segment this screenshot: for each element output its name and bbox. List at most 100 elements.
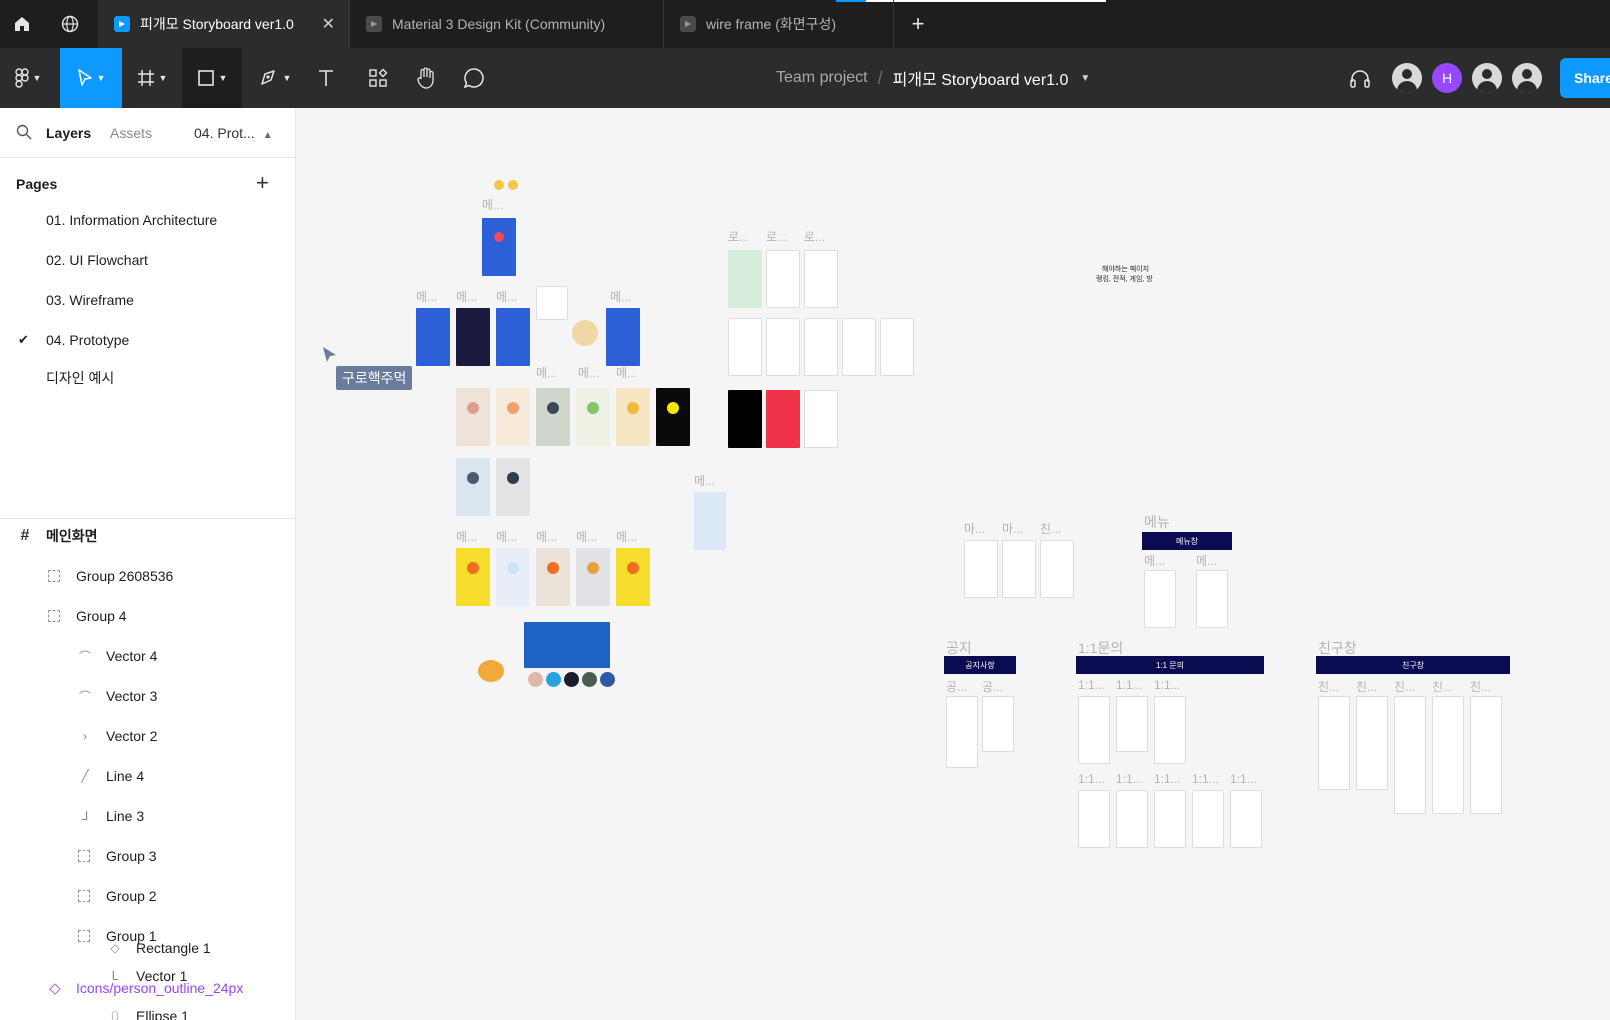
- frame-thumbnail[interactable]: [1470, 696, 1502, 814]
- frame-thumbnail[interactable]: [766, 318, 800, 376]
- avatar[interactable]: [1472, 63, 1502, 93]
- page-item-wireframe[interactable]: 03. Wireframe: [0, 280, 296, 320]
- page-item-information-architecture[interactable]: 01. Information Architecture: [0, 200, 296, 240]
- team-name-link[interactable]: Team project: [776, 69, 868, 87]
- frame-thumbnail[interactable]: [576, 388, 610, 446]
- color-swatch[interactable]: [564, 672, 579, 687]
- tab-wireframe[interactable]: wire frame (화면구성): [664, 0, 894, 48]
- tab-storyboard[interactable]: 피개모 Storyboard ver1.0 ✕: [98, 0, 350, 48]
- frame-thumbnail[interactable]: [1040, 540, 1074, 598]
- frame-thumbnail[interactable]: [728, 318, 762, 376]
- color-swatch[interactable]: [582, 672, 597, 687]
- layer-group[interactable]: Group 2: [0, 876, 296, 916]
- frame-thumbnail[interactable]: [1154, 790, 1186, 848]
- frame-thumbnail[interactable]: [728, 390, 762, 448]
- frame-thumbnail[interactable]: [1078, 696, 1110, 764]
- frame-thumbnail[interactable]: [728, 250, 762, 308]
- home-icon[interactable]: [0, 0, 44, 48]
- current-page-selector[interactable]: 04. Prot... ▲: [194, 125, 273, 141]
- move-tool-button[interactable]: ▼: [60, 48, 122, 108]
- layer-group[interactable]: Group 3: [0, 836, 296, 876]
- frame-tool-button[interactable]: ▼: [124, 48, 180, 108]
- search-icon[interactable]: [16, 124, 32, 143]
- avatar[interactable]: [1512, 63, 1542, 93]
- banner-image-thumbnail[interactable]: [524, 622, 610, 668]
- frame-thumbnail[interactable]: [1078, 790, 1110, 848]
- layer-group[interactable]: Group 2608536: [0, 556, 296, 596]
- frame-thumbnail[interactable]: [456, 308, 490, 366]
- audio-headphones-button[interactable]: [1342, 48, 1378, 108]
- frame-thumbnail[interactable]: [496, 548, 530, 606]
- frame-thumbnail[interactable]: [766, 390, 800, 448]
- frame-thumbnail[interactable]: [536, 286, 568, 320]
- layer-group[interactable]: Group 4: [0, 596, 296, 636]
- file-name[interactable]: 피개모 Storyboard ver1.0: [893, 66, 1069, 90]
- frame-thumbnail[interactable]: [804, 390, 838, 448]
- layer-rectangle[interactable]: ◇ Rectangle 1: [0, 928, 296, 968]
- shape-tool-button[interactable]: ▼: [182, 48, 242, 108]
- frame-thumbnail[interactable]: [416, 308, 450, 366]
- frame-thumbnail[interactable]: [1394, 696, 1426, 814]
- frame-thumbnail[interactable]: [1432, 696, 1464, 814]
- frame-thumbnail[interactable]: [606, 308, 640, 366]
- sticker-thumbnail[interactable]: [494, 180, 504, 190]
- frame-thumbnail[interactable]: [766, 250, 800, 308]
- frame-thumbnail[interactable]: [456, 548, 490, 606]
- layer-vector[interactable]: ⌒ Vector 4: [0, 636, 296, 676]
- frame-thumbnail[interactable]: [456, 458, 490, 516]
- frame-thumbnail[interactable]: [1192, 790, 1224, 848]
- chevron-down-icon[interactable]: ▼: [1080, 73, 1090, 84]
- frame-thumbnail[interactable]: [1116, 790, 1148, 848]
- comment-tool-button[interactable]: [452, 48, 496, 108]
- layer-vector[interactable]: ⌒ Vector 3: [0, 676, 296, 716]
- close-icon[interactable]: ✕: [322, 14, 335, 34]
- frame-thumbnail[interactable]: [964, 540, 998, 598]
- frame-thumbnail[interactable]: [576, 548, 610, 606]
- frame-thumbnail[interactable]: [1356, 696, 1388, 790]
- sticker-thumbnail[interactable]: [508, 180, 518, 190]
- text-tool-button[interactable]: [306, 48, 346, 108]
- frame-thumbnail[interactable]: [1154, 696, 1186, 764]
- character-sticker[interactable]: [478, 660, 504, 682]
- frame-thumbnail[interactable]: [694, 492, 726, 550]
- new-tab-plus-icon[interactable]: +: [896, 0, 940, 48]
- frame-thumbnail[interactable]: [804, 318, 838, 376]
- design-canvas[interactable]: 메... 메... 메... 메... 메... 구로핵주먹 메... 메...…: [296, 108, 1610, 1020]
- frame-thumbnail[interactable]: [482, 218, 516, 276]
- frame-thumbnail[interactable]: [982, 696, 1014, 752]
- main-menu-button[interactable]: ▼: [0, 48, 56, 108]
- layer-line[interactable]: ⅃ Line 3: [0, 796, 296, 836]
- color-swatch[interactable]: [546, 672, 561, 687]
- frame-thumbnail[interactable]: [1116, 696, 1148, 752]
- frame-thumbnail[interactable]: [1144, 570, 1176, 628]
- frame-thumbnail[interactable]: [1196, 570, 1228, 628]
- frame-thumbnail[interactable]: [456, 388, 490, 446]
- frame-thumbnail[interactable]: [616, 388, 650, 446]
- page-item-design-example[interactable]: 디자인 예시: [0, 358, 296, 398]
- resources-button[interactable]: [356, 48, 400, 108]
- frame-thumbnail[interactable]: [496, 458, 530, 516]
- frame-thumbnail[interactable]: [656, 388, 690, 446]
- color-swatch[interactable]: [528, 672, 543, 687]
- frame-thumbnail[interactable]: [496, 388, 530, 446]
- add-page-plus-icon[interactable]: +: [256, 170, 269, 196]
- pen-tool-button[interactable]: ▼: [250, 48, 300, 108]
- share-button[interactable]: Share: [1560, 58, 1610, 98]
- layer-vector[interactable]: › Vector 2: [0, 716, 296, 756]
- color-swatch[interactable]: [600, 672, 615, 687]
- tab-layers[interactable]: Layers: [46, 125, 91, 141]
- page-item-prototype[interactable]: ✔ 04. Prototype: [0, 320, 296, 360]
- frame-thumbnail[interactable]: [880, 318, 914, 376]
- frame-thumbnail[interactable]: [616, 548, 650, 606]
- avatar-h[interactable]: H: [1432, 63, 1462, 93]
- avatar[interactable]: [1392, 63, 1422, 93]
- frame-thumbnail[interactable]: [946, 696, 978, 768]
- page-item-ui-flowchart[interactable]: 02. UI Flowchart: [0, 240, 296, 280]
- frame-thumbnail[interactable]: [1230, 790, 1262, 848]
- tab-assets[interactable]: Assets: [110, 125, 152, 141]
- layer-line[interactable]: ╱ Line 4: [0, 756, 296, 796]
- frame-thumbnail[interactable]: [1002, 540, 1036, 598]
- hand-tool-button[interactable]: [404, 48, 448, 108]
- layer-frame-main[interactable]: # 메인화면: [0, 516, 296, 556]
- frame-thumbnail[interactable]: [804, 250, 838, 308]
